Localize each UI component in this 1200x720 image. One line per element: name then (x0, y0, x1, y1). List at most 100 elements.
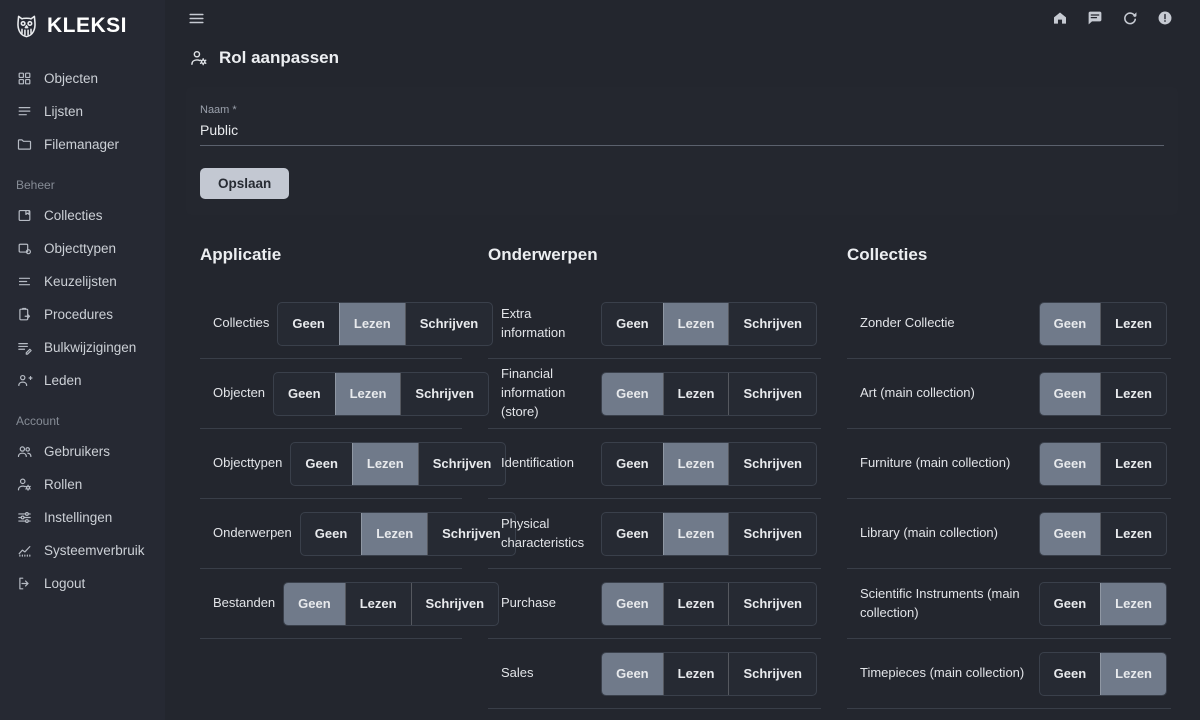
permission-option-lezen[interactable]: Lezen (1100, 653, 1166, 695)
choicelist-icon (16, 273, 33, 290)
permission-label: Onderwerpen (213, 524, 300, 543)
permission-option-geen[interactable]: Geen (602, 653, 663, 695)
alert-icon[interactable] (1156, 9, 1174, 27)
person-add-icon (16, 372, 33, 389)
permission-option-schrijven[interactable]: Schrijven (728, 443, 816, 485)
sidebar-item-logout[interactable]: Logout (0, 567, 165, 600)
permission-option-geen[interactable]: Geen (278, 303, 339, 345)
permission-option-geen[interactable]: Geen (602, 513, 663, 555)
permission-option-lezen[interactable]: Lezen (663, 653, 729, 695)
save-button[interactable]: Opslaan (200, 168, 289, 199)
permission-option-schrijven[interactable]: Schrijven (400, 373, 488, 415)
role-icon (16, 476, 33, 493)
sidebar-item-rollen[interactable]: Rollen (0, 468, 165, 501)
permission-label: Identification (501, 454, 601, 473)
permission-option-schrijven[interactable]: Schrijven (728, 653, 816, 695)
permissions-column-title: Applicatie (200, 245, 462, 265)
home-icon[interactable] (1051, 9, 1069, 27)
sidebar-nav: ObjectenLijsten Filemanager BeheerCollecti… (0, 52, 165, 600)
permission-option-geen[interactable]: Geen (1040, 583, 1101, 625)
permission-option-geen[interactable]: Geen (1040, 373, 1101, 415)
permission-option-schrijven[interactable]: Schrijven (728, 513, 816, 555)
permission-toggle-group: GeenLezenSchrijven (300, 512, 516, 556)
permission-option-lezen[interactable]: Lezen (335, 373, 401, 415)
permission-option-schrijven[interactable]: Schrijven (411, 583, 499, 625)
permissions-grid: ApplicatieCollectiesGeenLezenSchrijvenOb… (200, 245, 1178, 709)
sidebar-item-keuzelijsten[interactable]: Keuzelijsten (0, 265, 165, 298)
sidebar-item-filemanager[interactable]: Filemanager (0, 128, 165, 161)
sidebar-item-gebruikers[interactable]: Gebruikers (0, 435, 165, 468)
permission-option-lezen[interactable]: Lezen (1100, 303, 1166, 345)
permission-row-art-main-collection: Art (main collection)GeenLezen (847, 359, 1171, 429)
permission-option-lezen[interactable]: Lezen (663, 583, 729, 625)
permission-option-geen[interactable]: Geen (602, 373, 663, 415)
permission-label: Art (main collection) (860, 384, 1039, 403)
permission-option-lezen[interactable]: Lezen (345, 583, 411, 625)
permission-option-geen[interactable]: Geen (1040, 443, 1101, 485)
permission-option-lezen[interactable]: Lezen (352, 443, 418, 485)
sidebar-item-procedures[interactable]: Procedures (0, 298, 165, 331)
permission-option-lezen[interactable]: Lezen (663, 303, 729, 345)
permission-toggle-group: GeenLezenSchrijven (601, 302, 817, 346)
permission-row-objecttypen: ObjecttypenGeenLezenSchrijven (200, 429, 462, 499)
sidebar-item-label: Filemanager (44, 137, 119, 152)
permission-option-lezen[interactable]: Lezen (1100, 373, 1166, 415)
permission-option-schrijven[interactable]: Schrijven (728, 583, 816, 625)
permission-option-lezen[interactable]: Lezen (361, 513, 427, 555)
nav-section-title-account: Account (0, 397, 165, 435)
page-header: Rol aanpassen (189, 48, 1178, 68)
feedback-icon[interactable] (1086, 9, 1104, 27)
permission-option-schrijven[interactable]: Schrijven (405, 303, 493, 345)
permission-option-lezen[interactable]: Lezen (1100, 443, 1166, 485)
permission-row-extra-information: Extra informationGeenLezenSchrijven (488, 289, 821, 359)
permission-option-lezen[interactable]: Lezen (1100, 583, 1166, 625)
permission-option-lezen[interactable]: Lezen (339, 303, 405, 345)
permissions-column-onderwerpen: OnderwerpenExtra informationGeenLezenSch… (488, 245, 821, 709)
permission-label: Collecties (213, 314, 277, 333)
permission-option-lezen[interactable]: Lezen (663, 513, 729, 555)
role-name-input[interactable] (200, 119, 1164, 146)
app-logo[interactable]: KLEKSI (0, 0, 165, 52)
sidebar-item-systeemverbruik[interactable]: Systeemverbruik (0, 534, 165, 567)
main-area: Rol aanpassen Naam * Opslaan Applicatie C… (165, 0, 1200, 720)
permission-option-geen[interactable]: Geen (284, 583, 345, 625)
objecttype-icon (16, 240, 33, 257)
permission-option-geen[interactable]: Geen (602, 303, 663, 345)
refresh-icon[interactable] (1121, 9, 1139, 27)
chart-icon (16, 542, 33, 559)
permission-option-schrijven[interactable]: Schrijven (728, 303, 816, 345)
name-field-label: Naam * (200, 104, 1164, 116)
permission-option-lezen[interactable]: Lezen (663, 443, 729, 485)
sidebar-item-objecttypen[interactable]: Objecttypen (0, 232, 165, 265)
page-content: Rol aanpassen Naam * Opslaan Applicatie C… (165, 36, 1200, 720)
logout-icon (16, 575, 33, 592)
permission-option-geen[interactable]: Geen (291, 443, 352, 485)
permission-option-lezen[interactable]: Lezen (1100, 513, 1166, 555)
sidebar-item-collecties[interactable]: Collecties (0, 199, 165, 232)
permission-toggle-group: GeenLezen (1039, 302, 1167, 346)
nav-section-title-beheer: Beheer (0, 161, 165, 199)
permission-toggle-group: GeenLezen (1039, 512, 1167, 556)
permission-label: Timepieces (main collection) (860, 664, 1039, 683)
permission-option-geen[interactable]: Geen (301, 513, 362, 555)
permission-row-onderwerpen: OnderwerpenGeenLezenSchrijven (200, 499, 462, 569)
permission-option-geen[interactable]: Geen (602, 443, 663, 485)
permission-label: Objecten (213, 384, 273, 403)
sidebar-item-label: Leden (44, 373, 82, 388)
permission-toggle-group: GeenLezen (1039, 582, 1167, 626)
menu-icon[interactable] (187, 9, 206, 28)
sidebar-item-instellingen[interactable]: Instellingen (0, 501, 165, 534)
sidebar-item-bulkwijzigingen[interactable]: Bulkwijzigingen (0, 331, 165, 364)
permission-option-lezen[interactable]: Lezen (663, 373, 729, 415)
permission-option-geen[interactable]: Geen (1040, 653, 1101, 695)
users-icon (16, 443, 33, 460)
sidebar-item-lijsten[interactable]: Lijsten (0, 95, 165, 128)
permission-option-geen[interactable]: Geen (602, 583, 663, 625)
permission-option-geen[interactable]: Geen (274, 373, 335, 415)
permission-label: Objecttypen (213, 454, 290, 473)
permission-option-geen[interactable]: Geen (1040, 303, 1101, 345)
sidebar-item-leden[interactable]: Leden (0, 364, 165, 397)
permission-option-geen[interactable]: Geen (1040, 513, 1101, 555)
permission-option-schrijven[interactable]: Schrijven (728, 373, 816, 415)
sidebar-item-objecten[interactable]: Objecten (0, 62, 165, 95)
